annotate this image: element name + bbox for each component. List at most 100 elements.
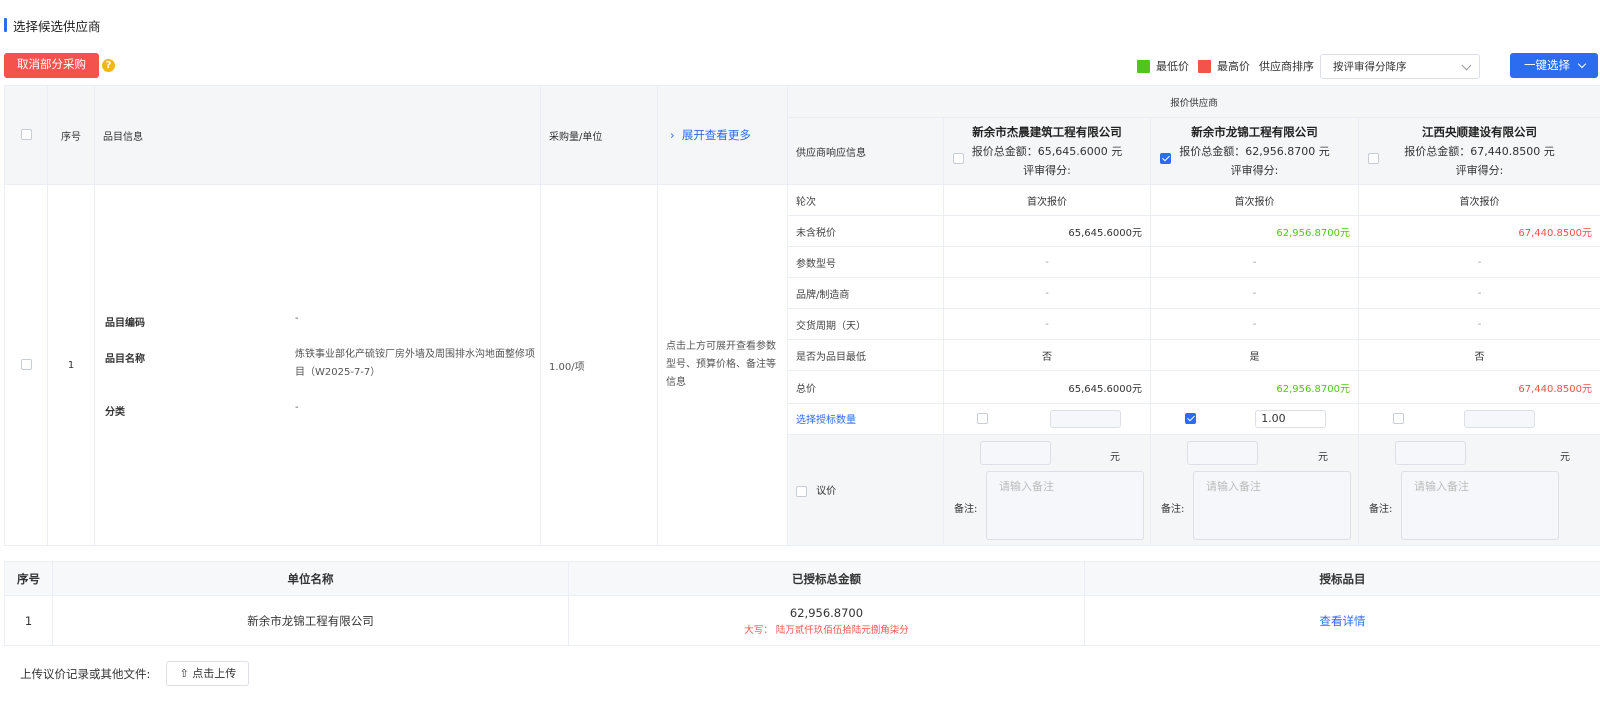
upload-row: 上传议价记录或其他文件: ⇧ 点击上传 bbox=[20, 661, 250, 686]
section-title: 选择候选供应商 bbox=[4, 17, 101, 34]
is-lowest-value: 否 bbox=[943, 339, 1151, 372]
supplier-score: 评审得分: bbox=[1455, 164, 1504, 177]
view-details-link[interactable]: 查看详情 bbox=[1320, 614, 1366, 628]
remark-label: 备注: bbox=[1369, 503, 1393, 515]
award-qty-label[interactable]: 选择授标数量 bbox=[787, 402, 944, 435]
qty-unit-value: 1.00/项 bbox=[540, 184, 658, 546]
award-checkbox-3[interactable] bbox=[1393, 413, 1404, 425]
pretax-price-lowest: 62,956.8700元 bbox=[1150, 215, 1359, 248]
delivery-value: - bbox=[943, 308, 1151, 341]
delivery-value: - bbox=[1150, 308, 1359, 341]
upload-button-label: 点击上传 bbox=[192, 667, 237, 680]
supplier-1-checkbox[interactable] bbox=[953, 153, 964, 164]
yuan-unit: 元 bbox=[1110, 451, 1120, 463]
row-checkbox-cell bbox=[4, 184, 48, 546]
expand-more-cell[interactable]: › 展开查看更多 bbox=[657, 85, 788, 185]
supplier-quote-amount: 报价总金额：62,956.8700 元 bbox=[1179, 145, 1330, 158]
supplier-quote-amount: 报价总金额：65,645.6000 元 bbox=[971, 145, 1123, 158]
supplier-header-3: 江西央顺建设有限公司 报价总金额：67,440.8500 元 评审得分: bbox=[1357, 117, 1600, 185]
supplier-3-checkbox[interactable] bbox=[1368, 153, 1379, 164]
award-qty-cell-1 bbox=[943, 402, 1151, 435]
item-code-value: - bbox=[295, 313, 299, 324]
delivery-value: - bbox=[1357, 308, 1600, 341]
supplier-2-checkbox[interactable] bbox=[1160, 153, 1171, 164]
summary-header-seq: 序号 bbox=[4, 561, 53, 596]
supplier-name: 新余市杰晨建筑工程有限公司 bbox=[972, 125, 1122, 139]
row-seq: 1 bbox=[47, 184, 95, 546]
summary-header-items: 授标品目 bbox=[1084, 561, 1600, 596]
header-seq: 序号 bbox=[47, 85, 95, 185]
model-value: - bbox=[1357, 246, 1600, 279]
award-qty-cell-2: 1.00 bbox=[1150, 402, 1359, 435]
detail-label-round: 轮次 bbox=[787, 183, 944, 217]
award-qty-input-2[interactable]: 1.00 bbox=[1255, 409, 1327, 428]
chevron-down-icon bbox=[1461, 60, 1472, 70]
summary-amount-cell: 62,956.8700 大写： 陆万贰仟玖佰伍拾陆元捌角柒分 bbox=[568, 595, 1085, 646]
detail-label-is-lowest: 是否为品目最低 bbox=[787, 339, 944, 372]
select-all-checkbox[interactable] bbox=[20, 129, 32, 141]
round-value: 首次报价 bbox=[943, 183, 1151, 217]
item-name-label: 品目名称 bbox=[105, 354, 145, 365]
supplier-sort-select[interactable]: 按评审得分降序 bbox=[1320, 53, 1480, 79]
remark-textarea-2[interactable]: 请输入备注 bbox=[1193, 470, 1351, 540]
model-value: - bbox=[943, 246, 1151, 279]
supplier-header-2: 新余市龙锦工程有限公司 报价总金额：62,956.8700 元 评审得分: bbox=[1150, 117, 1359, 185]
summary-header-amount: 已授标总金额 bbox=[568, 561, 1085, 596]
award-qty-input-3[interactable] bbox=[1464, 409, 1536, 428]
cancel-partial-purchase-button[interactable]: 取消部分采购 bbox=[4, 53, 99, 78]
yuan-unit: 元 bbox=[1560, 451, 1571, 463]
yuan-unit: 元 bbox=[1318, 451, 1328, 463]
negotiate-checkbox[interactable] bbox=[796, 485, 807, 497]
lowest-price-swatch bbox=[1137, 59, 1150, 73]
remark-textarea-1[interactable]: 请输入备注 bbox=[986, 470, 1144, 540]
award-qty-input-1[interactable] bbox=[1050, 409, 1122, 428]
is-lowest-value: 是 bbox=[1150, 339, 1359, 372]
negotiate-cell: 议价 bbox=[787, 433, 944, 547]
upload-label: 上传议价记录或其他文件: bbox=[20, 666, 151, 681]
header-item-info: 品目信息 bbox=[94, 85, 541, 185]
remark-textarea-3[interactable]: 请输入备注 bbox=[1401, 470, 1559, 540]
detail-label-total: 总价 bbox=[787, 370, 944, 404]
award-checkbox-2[interactable] bbox=[1185, 413, 1196, 425]
item-code-label: 品目编码 bbox=[105, 318, 145, 329]
brand-value: - bbox=[1150, 277, 1359, 310]
award-checkbox-1[interactable] bbox=[977, 413, 988, 425]
detail-label-delivery: 交货周期（天） bbox=[787, 308, 944, 341]
header-response-info: 供应商响应信息 bbox=[787, 117, 944, 185]
header-quote-suppliers: 报价供应商 bbox=[786, 85, 1600, 118]
negotiate-price-input-2[interactable] bbox=[1187, 440, 1258, 465]
upload-button[interactable]: ⇧ 点击上传 bbox=[166, 661, 250, 686]
one-click-select-button[interactable]: 一键选择 bbox=[1510, 53, 1598, 78]
award-qty-cell-3 bbox=[1357, 402, 1600, 435]
supplier-name: 新余市龙锦工程有限公司 bbox=[1191, 125, 1318, 139]
expand-more-link[interactable]: › 展开查看更多 bbox=[658, 128, 751, 142]
total-price-highest: 67,440.8500元 bbox=[1357, 370, 1600, 404]
category-label: 分类 bbox=[105, 407, 125, 418]
round-value: 首次报价 bbox=[1357, 183, 1600, 217]
select-all-cell bbox=[4, 85, 48, 185]
negotiate-supplier-2: 元 备注: 请输入备注 bbox=[1150, 433, 1359, 547]
negotiate-price-input-3[interactable] bbox=[1395, 440, 1466, 465]
total-price-lowest: 62,956.8700元 bbox=[1150, 370, 1359, 404]
legend-low-label: 最低价 bbox=[1156, 60, 1189, 73]
supplier-quote-amount: 报价总金额：67,440.8500 元 bbox=[1404, 145, 1555, 158]
chevron-down-icon bbox=[1577, 59, 1587, 69]
row-checkbox[interactable] bbox=[20, 359, 32, 371]
remark-label: 备注: bbox=[1161, 503, 1185, 515]
summary-company: 新余市龙锦工程有限公司 bbox=[52, 595, 569, 646]
title-accent-bar bbox=[4, 18, 7, 32]
summary-header-company: 单位名称 bbox=[52, 561, 569, 596]
supplier-sort-label: 供应商排序 bbox=[1259, 60, 1314, 73]
help-icon[interactable]: ? bbox=[102, 59, 115, 72]
detail-label-brand: 品牌/制造商 bbox=[787, 277, 944, 310]
table-row: 1 新余市龙锦工程有限公司 62,956.8700 大写： 陆万贰仟玖佰伍拾陆元… bbox=[4, 595, 1600, 646]
negotiate-price-input-1[interactable] bbox=[980, 440, 1051, 465]
supplier-sort-value: 按评审得分降序 bbox=[1333, 60, 1407, 73]
highest-price-swatch bbox=[1198, 59, 1211, 73]
item-name-value: 炼铁事业部化产硫铵厂房外墙及周围排水沟地面整修项目（W2025-7-7） bbox=[295, 349, 535, 378]
brand-value: - bbox=[943, 277, 1151, 310]
toolbar: 取消部分采购 ? 最低价 最高价 供应商排序 按评审得分降序 一键选择 bbox=[4, 53, 1600, 79]
detail-label-pretax: 未含税价 bbox=[787, 215, 944, 248]
remark-label: 备注: bbox=[954, 503, 978, 515]
award-summary-table: 序号 单位名称 已授标总金额 授标品目 1 新余市龙锦工程有限公司 62,956… bbox=[4, 561, 1600, 646]
